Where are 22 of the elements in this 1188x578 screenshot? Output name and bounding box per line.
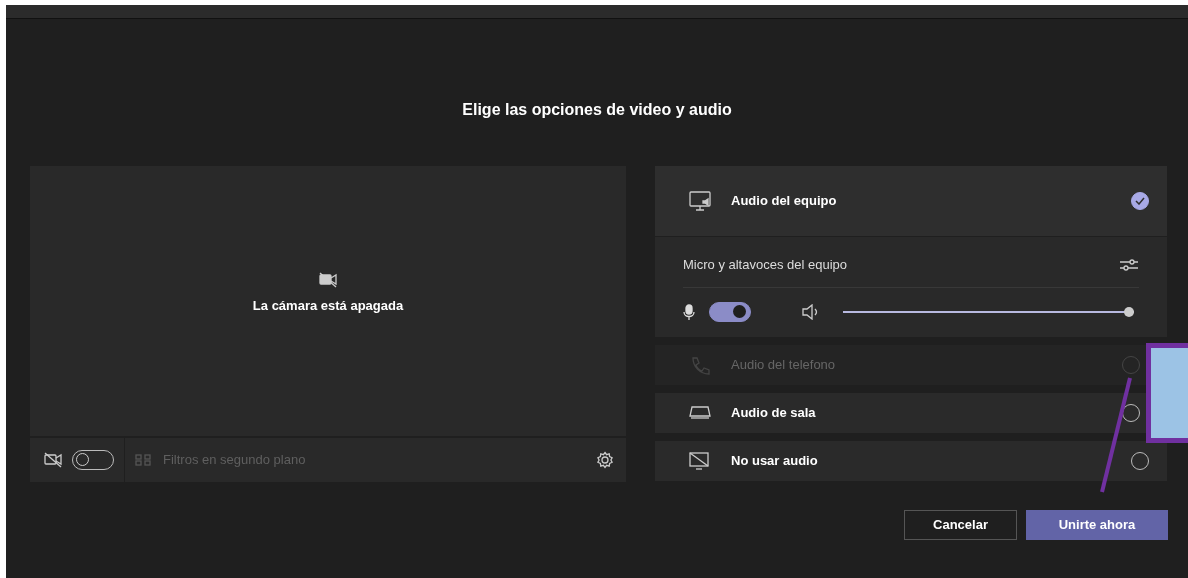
audio-option[interactable]: No usar audio <box>655 441 1167 481</box>
volume-slider[interactable] <box>843 306 1134 317</box>
camera-off-icon <box>44 452 62 468</box>
device-settings-label: Micro y altavoces del equipo <box>683 256 848 274</box>
microphone-toggle[interactable] <box>709 301 751 322</box>
settings-sliders-icon <box>1119 256 1139 273</box>
volume-thumb[interactable] <box>1124 306 1134 317</box>
audio-option[interactable]: Audio de sala <box>655 393 1146 433</box>
checkmark-icon <box>1135 197 1145 205</box>
camera-off-icon <box>319 272 337 289</box>
phone-icon <box>689 355 711 375</box>
dialog-title: Elige las opciones de video y audio <box>461 100 733 120</box>
monitor-speaker-icon <box>689 191 711 211</box>
filters-icon <box>135 453 153 467</box>
join-button[interactable]: Unirte ahora <box>1026 510 1168 540</box>
camera-status: La cámara está apagada <box>252 297 404 316</box>
audio-option[interactable]: Audio del equipo <box>655 166 1167 237</box>
cancel-button[interactable]: Cancelar <box>904 510 1017 540</box>
microphone-icon <box>683 303 695 320</box>
monitor-slash-icon <box>689 451 711 471</box>
settings-icon <box>596 451 614 469</box>
radio-button[interactable] <box>1131 192 1149 210</box>
